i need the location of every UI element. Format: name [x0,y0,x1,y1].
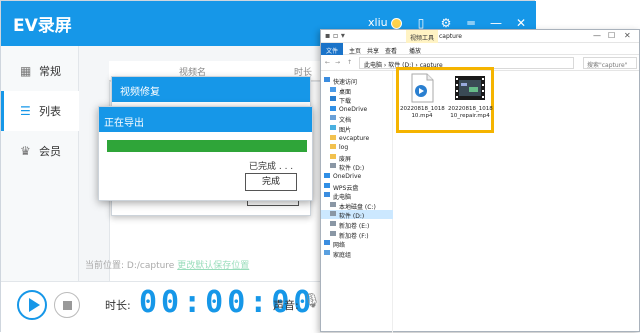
sidebar-item-label: 会员 [39,145,61,158]
tree-item[interactable]: WPS云盘 [321,182,393,192]
cloud-icon [330,105,336,111]
tree-item[interactable]: 本地磁盘 (C:) [321,201,393,211]
tab-home[interactable]: 主页 [349,46,361,55]
tab-video-tools[interactable]: 视频工具 [406,30,439,43]
tab-share[interactable]: 共享 [367,46,379,55]
tab-play[interactable]: 播放 [409,46,421,55]
save-path: 当前位置: D:/capture 更改默认保存位置 [85,258,249,271]
forward-icon[interactable]: → [335,59,340,66]
drive-icon [330,201,336,207]
tree-item[interactable]: evcapture [321,134,393,143]
tree-item[interactable]: 快速访问 [321,76,393,86]
tree-item[interactable]: OneDrive [321,105,393,114]
volume-label: 声音: [273,299,299,312]
username[interactable]: xliu [368,16,388,29]
crown-icon: ♛ [20,144,31,158]
explorer-title-bar: ▪ ▫ ▾ 视频工具 capture — ☐ ✕ [321,30,639,43]
file-name: 20220818_1018 10.mp4 [400,106,445,119]
cloud-icon [324,182,330,188]
video-file-icon [411,73,434,103]
export-dialog: 正在导出 已完成 . . . 完成 [98,106,313,201]
maximize-icon[interactable]: ☐ [608,31,615,40]
tab-view[interactable]: 查看 [385,46,397,55]
tree-item[interactable]: 新加卷 (F:) [321,230,393,240]
explorer-title: capture [439,33,462,40]
list-icon: ☰ [20,104,31,118]
play-button[interactable] [17,290,47,320]
file-name: 20220818_1018 10_repair.mp4 [448,106,493,119]
tree-item[interactable]: 此电脑 [321,191,393,201]
tree-item[interactable]: 家庭组 [321,249,393,259]
tree-item[interactable]: 下载 [321,95,393,105]
homegroup-icon [324,249,330,255]
stop-button[interactable] [54,292,80,318]
desktop-icon [330,86,336,92]
coin-icon[interactable] [391,18,402,29]
tree-item-label: OneDrive [339,105,368,113]
sidebar-item-label: 列表 [39,105,61,118]
file-list: 20220818_1018 10.mp4 20220818_1018 10_re… [393,67,639,333]
drive-icon [330,163,336,169]
folder-icon [330,153,336,159]
export-dialog-title: 正在导出 [99,107,312,132]
ribbon-tabs: 文件 主页 共享 查看 播放 [321,43,639,55]
drive-icon [330,211,336,217]
finish-button[interactable]: 完成 [245,173,297,191]
breadcrumb-this-pc[interactable]: 此电脑 [364,62,382,69]
minimize-icon[interactable]: — [593,31,601,40]
drive-icon [330,230,336,236]
tree-item[interactable]: OneDrive [321,172,393,181]
cloud-icon [324,173,330,178]
search-input[interactable]: 搜索"capture" [583,57,637,69]
progress-fill [107,140,307,152]
sidebar-item-vip[interactable]: ♛ 会员 [1,131,79,171]
microphone-icon[interactable]: 🎙 [303,293,321,309]
tree-item[interactable]: 桌面 [321,86,393,96]
file-item-repaired[interactable]: 20220818_1018 10_repair.mp4 [448,73,493,127]
tree-item[interactable]: 图片 [321,124,393,134]
grid-icon: ▦ [20,64,32,78]
tree-item[interactable]: 网络 [321,239,393,249]
tree-item-label: 家庭组 [333,251,352,259]
save-path-label: 当前位置: D:/capture [85,261,175,271]
file-explorer-window: ▪ ▫ ▾ 视频工具 capture — ☐ ✕ 文件 主页 共享 查看 播放 … [320,29,640,333]
navigation-pane: 快速访问 桌面 下载 OneDrive 文档 图片 evcapture log 废屏 软件 (D:… [321,71,393,333]
computer-icon [324,192,330,198]
quick-access-toolbar-icon[interactable]: ▪ ▫ ▾ [325,31,345,40]
network-icon [324,240,330,246]
sidebar-item-label: 常规 [39,65,61,78]
star-icon [324,77,330,82]
tree-item-label: OneDrive [333,173,362,180]
tree-item[interactable]: 软件 (D:) [321,162,393,172]
repair-dialog-title: 视频修复 [112,77,310,102]
folder-icon [330,144,336,150]
video-thumb-icon [455,76,485,100]
tree-item-label: evcapture [339,134,370,142]
sidebar: ▦ 常规 ☰ 列表 ♛ 会员 [1,46,79,281]
document-icon [330,115,336,121]
tree-item[interactable]: 文档 [321,114,393,124]
export-status: 已完成 . . . [249,162,294,172]
drive-icon [330,221,336,226]
sidebar-item-list[interactable]: ☰ 列表 [1,91,79,131]
picture-icon [330,125,336,130]
tree-item[interactable]: 新加卷 (E:) [321,220,393,230]
folder-icon [330,134,336,140]
tree-item-label: log [339,144,349,152]
tree-item[interactable]: log [321,143,393,152]
tab-file[interactable]: 文件 [321,43,343,55]
tree-item[interactable]: 软件 (D:) [321,210,393,220]
app-title: EV录屏 [13,16,72,36]
download-icon [330,96,336,102]
change-path-link[interactable]: 更改默认保存位置 [177,261,249,271]
file-item-original[interactable]: 20220818_1018 10.mp4 [400,73,445,127]
export-progress-bar [107,140,307,152]
back-icon[interactable]: ← [325,59,330,66]
duration-label: 时长: [105,299,131,312]
close-icon[interactable]: ✕ [624,31,631,40]
tree-item[interactable]: 废屏 [321,153,393,163]
sidebar-item-general[interactable]: ▦ 常规 [1,51,79,91]
up-icon[interactable]: ↑ [347,59,352,66]
